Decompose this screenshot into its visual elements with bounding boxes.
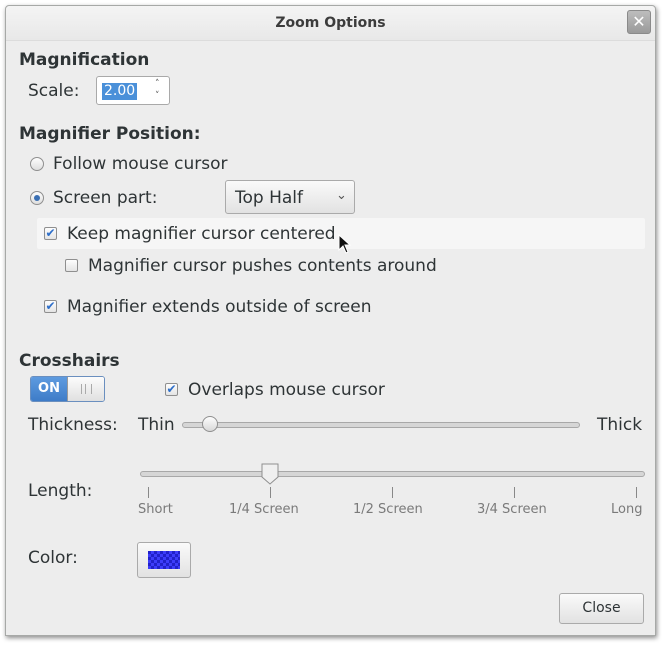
length-label: Length: [28, 481, 93, 501]
magnification-heading: Magnification [19, 50, 150, 70]
length-mark-half: 1/2 Screen [353, 502, 423, 517]
spin-down-icon[interactable]: ˅ [155, 91, 160, 101]
scale-spinbutton[interactable]: 2.00 ˄ ˅ [96, 76, 170, 105]
scale-value[interactable]: 2.00 [102, 83, 138, 100]
keep-centered-label[interactable]: Keep magnifier cursor centered [67, 224, 336, 244]
length-slider[interactable] [140, 471, 645, 477]
mouse-pointer-icon [338, 234, 352, 254]
close-window-icon[interactable]: ✕ [627, 10, 651, 34]
follow-mouse-radio[interactable] [30, 157, 44, 171]
pushes-contents-checkbox[interactable] [65, 259, 78, 272]
screen-part-combo[interactable]: Top Half ⌄ [225, 180, 355, 214]
thickness-label: Thickness: [28, 415, 118, 435]
window-title: Zoom Options [275, 15, 386, 31]
thin-label: Thin [138, 415, 175, 435]
crosshairs-switch[interactable]: ON [30, 376, 105, 402]
overlaps-cursor-checkbox[interactable]: ✔ [165, 383, 178, 396]
switch-on-label: ON [31, 377, 67, 401]
spin-up-icon[interactable]: ˄ [155, 79, 160, 89]
color-label: Color: [28, 548, 78, 568]
pushes-contents-label[interactable]: Magnifier cursor pushes contents around [88, 256, 437, 276]
thick-label: Thick [597, 415, 643, 435]
screen-part-radio[interactable] [30, 191, 44, 205]
thickness-slider[interactable] [182, 422, 580, 428]
screen-part-label[interactable]: Screen part: [53, 188, 157, 208]
thickness-slider-knob[interactable] [201, 416, 218, 432]
scale-label: Scale: [28, 81, 80, 101]
length-mark-quarter: 1/4 Screen [229, 502, 299, 517]
length-slider-knob[interactable] [261, 463, 279, 485]
chevron-down-icon: ⌄ [336, 188, 347, 203]
close-button[interactable]: Close [559, 593, 644, 624]
extends-outside-checkbox[interactable]: ✔ [44, 300, 57, 313]
color-button[interactable] [137, 542, 191, 578]
extends-outside-label[interactable]: Magnifier extends outside of screen [67, 297, 371, 317]
grip-icon [81, 384, 92, 394]
keep-centered-checkbox[interactable]: ✔ [44, 227, 57, 240]
color-swatch [148, 551, 180, 569]
switch-knob[interactable] [67, 377, 104, 401]
tick-mark [148, 487, 149, 498]
tick-mark [270, 487, 271, 498]
tick-mark [636, 487, 637, 498]
follow-mouse-label[interactable]: Follow mouse cursor [53, 154, 228, 174]
overlaps-cursor-label[interactable]: Overlaps mouse cursor [188, 380, 385, 400]
length-mark-short: Short [138, 502, 173, 517]
length-mark-three-quarter: 3/4 Screen [477, 502, 547, 517]
magnifier-position-heading: Magnifier Position: [19, 124, 201, 144]
tick-mark [514, 487, 515, 498]
length-mark-long: Long [611, 502, 643, 517]
screen-part-value: Top Half [235, 188, 303, 208]
tick-mark [392, 487, 393, 498]
crosshairs-heading: Crosshairs [19, 351, 120, 371]
title-bar[interactable]: Zoom Options ✕ [6, 6, 655, 41]
